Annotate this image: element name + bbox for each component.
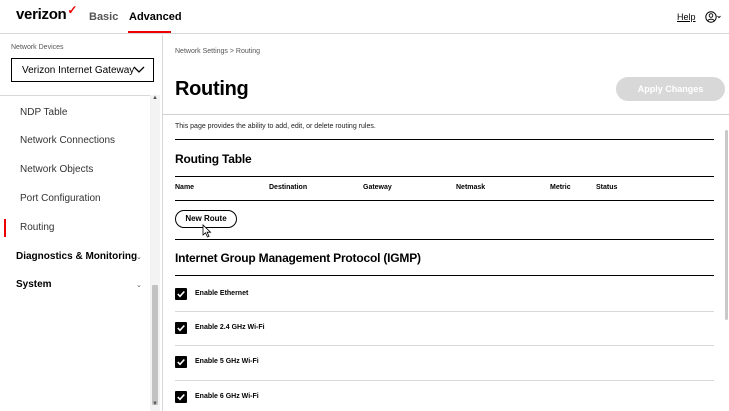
- option-divider: [175, 311, 714, 312]
- main-scroll-thumb[interactable]: [725, 130, 728, 320]
- igmp-option-label: Enable Ethernet: [195, 290, 249, 297]
- sidebar-section-system[interactable]: System: [16, 279, 52, 290]
- sidebar-item-ndp-table[interactable]: NDP Table: [20, 107, 67, 118]
- content-divider: [163, 114, 729, 115]
- scroll-up-arrow-icon[interactable]: ▲: [152, 95, 158, 101]
- device-select[interactable]: Verizon Internet Gateway: [11, 58, 154, 82]
- sidebar-item-routing[interactable]: Routing: [20, 222, 54, 233]
- igmp-title: Internet Group Management Protocol (IGMP…: [175, 251, 421, 265]
- verizon-logo[interactable]: verizon✓: [16, 3, 78, 23]
- tab-advanced[interactable]: Advanced: [129, 11, 182, 23]
- page-description: This page provides the ability to add, e…: [175, 123, 376, 130]
- sidebar-scroll-thumb[interactable]: [152, 285, 158, 405]
- logo-text: verizon: [16, 6, 67, 23]
- active-tab-indicator: [128, 31, 171, 33]
- chevron-down-icon: [133, 64, 145, 74]
- checkbox-checked-icon[interactable]: [175, 288, 187, 300]
- column-header-gateway: Gateway: [363, 184, 392, 191]
- igmp-option-label: Enable 5 GHz Wi-Fi: [195, 358, 259, 365]
- column-header-status: Status: [596, 184, 618, 191]
- igmp-option-label: Enable 6 GHz Wi-Fi: [195, 393, 259, 400]
- routing-table-title: Routing Table: [175, 152, 252, 166]
- sidebar-item-port-configuration[interactable]: Port Configuration: [20, 193, 101, 204]
- top-bar: verizon✓ Basic Advanced Help: [0, 0, 729, 34]
- checkbox-checked-icon[interactable]: [175, 356, 187, 368]
- section-divider: [175, 239, 714, 240]
- table-header-bottom-divider: [175, 200, 714, 201]
- checkbox-checked-icon[interactable]: [175, 322, 187, 334]
- column-header-metric: Metric: [550, 184, 571, 191]
- chevron-down-icon[interactable]: ⌄: [136, 281, 142, 289]
- sidebar-item-network-connections[interactable]: Network Connections: [20, 135, 115, 146]
- sidebar-section-diagnostics[interactable]: Diagnostics & Monitoring: [16, 251, 137, 262]
- sidebar: Network Devices Verizon Internet Gateway…: [0, 35, 163, 411]
- scroll-down-arrow-icon[interactable]: ▼: [152, 401, 158, 407]
- checkbox-checked-icon[interactable]: [175, 391, 187, 403]
- igmp-header-divider: [175, 275, 714, 276]
- apply-changes-button[interactable]: Apply Changes: [616, 77, 725, 101]
- sidebar-divider: [0, 95, 150, 96]
- column-header-destination: Destination: [269, 184, 308, 191]
- chevron-down-icon[interactable]: ⌄: [136, 253, 142, 261]
- logo-checkmark-icon: ✓: [67, 3, 78, 17]
- table-header-divider: [175, 176, 714, 177]
- sidebar-active-indicator: [4, 219, 6, 237]
- igmp-option-label: Enable 2.4 GHz Wi-Fi: [195, 324, 265, 331]
- breadcrumb[interactable]: Network Settings > Routing: [175, 48, 260, 55]
- user-account-icon[interactable]: [705, 10, 721, 24]
- sidebar-item-network-objects[interactable]: Network Objects: [20, 164, 93, 175]
- column-header-name: Name: [175, 184, 195, 191]
- option-divider: [175, 345, 714, 346]
- column-header-netmask: Netmask: [456, 184, 486, 191]
- tab-basic[interactable]: Basic: [89, 11, 118, 23]
- option-divider: [175, 380, 714, 381]
- network-devices-label: Network Devices: [11, 44, 64, 51]
- section-divider: [175, 139, 714, 140]
- page-title: Routing: [175, 78, 249, 100]
- device-select-value: Verizon Internet Gateway: [22, 65, 135, 76]
- mouse-pointer-icon: [202, 224, 212, 238]
- help-link[interactable]: Help: [677, 12, 696, 22]
